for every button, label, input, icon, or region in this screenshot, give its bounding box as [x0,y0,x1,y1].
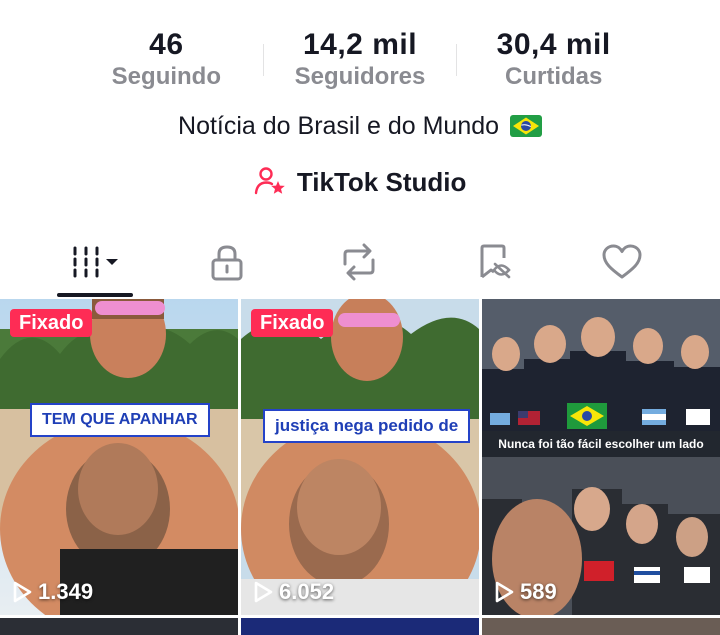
video-caption-text: justiça nega pedido de [275,416,459,435]
video-thumbnail[interactable] [482,618,720,635]
video-thumbnail-image [241,299,479,615]
likes-label: Curtidas [505,63,603,90]
pinned-badge: Fixado [251,309,334,337]
tiktok-studio-link[interactable]: TikTok Studio [0,166,720,198]
video-thumbnail[interactable]: Fixado TEM QUE APANHAR 1.349 [0,299,238,615]
pinned-badge: Fixado [10,309,93,337]
tab-liked[interactable] [572,232,672,292]
video-thumbnail[interactable]: Fixado justiça nega pedido de 6.052 [241,299,479,615]
profile-tabs [0,232,720,297]
profile-bio: Notícia do Brasil e do Mundo [0,112,720,141]
followers-label: Seguidores [294,63,426,90]
active-tab-indicator [57,293,133,297]
view-count: 6.052 [253,579,334,605]
video-thumbnail[interactable] [0,618,238,635]
video-thumbnail-image [0,299,238,615]
bookmark-eye-icon [480,244,511,279]
followers-count: 14,2 mil [302,28,418,61]
view-count-value: 589 [520,579,557,604]
video-grid: Fixado TEM QUE APANHAR 1.349 Fixado just… [0,299,720,635]
play-icon [495,581,514,603]
play-icon [13,581,32,603]
tab-reposts[interactable] [309,232,409,292]
video-thumbnail[interactable] [241,618,479,635]
video-caption: justiça nega pedido de [263,409,471,443]
followers-stat[interactable]: 14,2 mil Seguidores [264,28,457,92]
view-count: 589 [494,579,557,605]
user-star-icon [254,167,285,195]
tab-favorites[interactable] [444,232,544,292]
profile-stats: 46 Seguindo 14,2 mil Seguidores 30,4 mil… [70,28,650,92]
view-count: 1.349 [12,579,93,605]
video-thumbnail[interactable]: Nunca foi tão fácil escolher um lado 589 [482,299,720,615]
grid-videos-icon [73,246,118,278]
likes-count: 30,4 mil [496,28,611,61]
video-caption: Nunca foi tão fácil escolher um lado [482,437,720,451]
tab-private[interactable] [177,232,277,292]
following-label: Seguindo [111,63,221,90]
following-count: 46 [149,28,184,61]
video-caption-text: TEM QUE APANHAR [42,411,198,428]
view-count-value: 6.052 [279,579,335,604]
likes-stat[interactable]: 30,4 mil Curtidas [457,28,650,92]
view-count-value: 1.349 [38,579,94,604]
bio-text: Notícia do Brasil e do Mundo [178,112,500,140]
tiktok-studio-label: TikTok Studio [296,167,467,197]
following-stat[interactable]: 46 Seguindo [70,28,263,92]
video-caption-text: Nunca foi tão fácil escolher um lado [498,437,704,451]
repost-icon [343,243,375,281]
video-thumbnail-image [482,299,720,615]
brazil-flag-icon [509,115,542,137]
heart-icon [602,244,642,279]
video-caption: TEM QUE APANHAR [30,403,210,437]
tab-videos[interactable] [45,232,145,292]
lock-icon [211,245,243,281]
play-icon [254,581,273,603]
